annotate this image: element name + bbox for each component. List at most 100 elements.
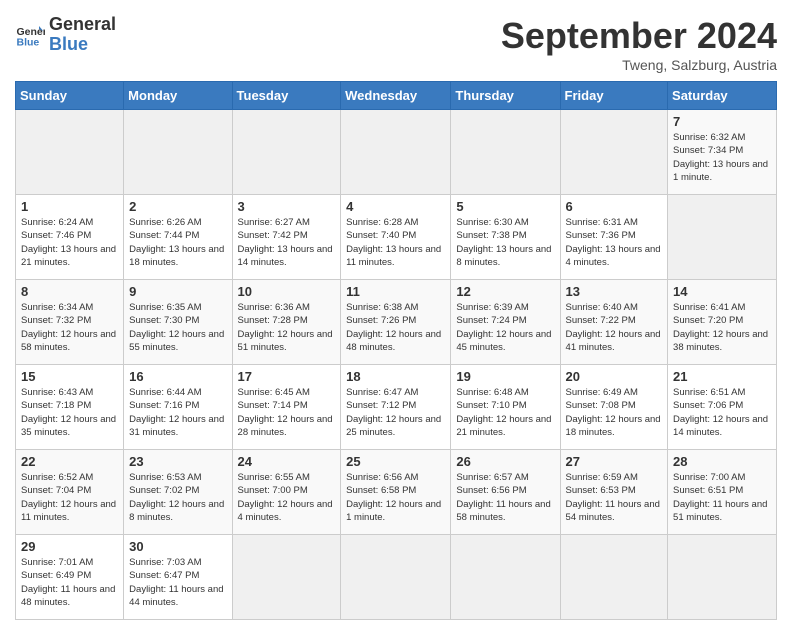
logo-line2: Blue: [49, 35, 116, 55]
logo-text: General Blue: [49, 15, 116, 55]
logo-icon: General Blue: [15, 20, 45, 50]
weekday-header: Wednesday: [341, 82, 451, 110]
weekday-header: Friday: [560, 82, 668, 110]
day-info: Sunrise: 6:53 AMSunset: 7:02 PMDaylight:…: [129, 471, 226, 524]
calendar-cell: 9Sunrise: 6:35 AMSunset: 7:30 PMDaylight…: [124, 280, 232, 365]
day-number: 14: [673, 284, 771, 299]
day-number: 15: [21, 369, 118, 384]
day-number: 30: [129, 539, 226, 554]
day-info: Sunrise: 6:36 AMSunset: 7:28 PMDaylight:…: [238, 301, 336, 354]
calendar-cell: 7 Sunrise: 6:32 AMSunset: 7:34 PMDaylight…: [668, 110, 777, 195]
svg-text:Blue: Blue: [17, 36, 40, 48]
day-info: Sunrise: 6:55 AMSunset: 7:00 PMDaylight:…: [238, 471, 336, 524]
calendar-cell: [16, 110, 124, 195]
day-info: Sunrise: 6:57 AMSunset: 6:56 PMDaylight:…: [456, 471, 554, 524]
day-info: Sunrise: 6:24 AMSunset: 7:46 PMDaylight:…: [21, 216, 118, 269]
weekday-header: Saturday: [668, 82, 777, 110]
calendar-cell: 24Sunrise: 6:55 AMSunset: 7:00 PMDayligh…: [232, 450, 341, 535]
calendar-week-row: 15 Sunrise: 6:43 AMSunset: 7:18 PMDayligh…: [16, 365, 777, 450]
calendar-week-row: 1Sunrise: 6:24 AMSunset: 7:46 PMDaylight…: [16, 195, 777, 280]
logo-line1: General: [49, 15, 116, 35]
calendar-cell: 19 Sunrise: 6:48 AMSunset: 7:10 PMDayligh…: [451, 365, 560, 450]
day-number: 16: [129, 369, 226, 384]
calendar-header-row: SundayMondayTuesdayWednesdayThursdayFrid…: [16, 82, 777, 110]
logo: General Blue General Blue: [15, 15, 116, 55]
calendar-cell: 30 Sunrise: 7:03 AMSunset: 6:47 PMDayligh…: [124, 535, 232, 620]
day-number: 26: [456, 454, 554, 469]
calendar-cell: 20 Sunrise: 6:49 AMSunset: 7:08 PMDayligh…: [560, 365, 668, 450]
day-number: 5: [456, 199, 554, 214]
day-number: 27: [566, 454, 663, 469]
day-info: Sunrise: 6:56 AMSunset: 6:58 PMDaylight:…: [346, 471, 445, 524]
day-number: 11: [346, 284, 445, 299]
day-info: Sunrise: 6:38 AMSunset: 7:26 PMDaylight:…: [346, 301, 445, 354]
weekday-header: Thursday: [451, 82, 560, 110]
calendar-cell: [668, 195, 777, 280]
day-info: Sunrise: 6:48 AMSunset: 7:10 PMDaylight:…: [456, 386, 554, 439]
location: Tweng, Salzburg, Austria: [501, 57, 777, 73]
day-number: 29: [21, 539, 118, 554]
day-info: Sunrise: 6:39 AMSunset: 7:24 PMDaylight:…: [456, 301, 554, 354]
day-info: Sunrise: 6:26 AMSunset: 7:44 PMDaylight:…: [129, 216, 226, 269]
day-number: 13: [566, 284, 663, 299]
calendar-cell: 23 Sunrise: 6:53 AMSunset: 7:02 PMDayligh…: [124, 450, 232, 535]
day-info: Sunrise: 7:03 AMSunset: 6:47 PMDaylight:…: [129, 556, 226, 609]
day-number: 2: [129, 199, 226, 214]
calendar-week-row: 29 Sunrise: 7:01 AMSunset: 6:49 PMDayligh…: [16, 535, 777, 620]
day-info: Sunrise: 6:31 AMSunset: 7:36 PMDaylight:…: [566, 216, 663, 269]
calendar-cell: 27 Sunrise: 6:59 AMSunset: 6:53 PMDayligh…: [560, 450, 668, 535]
day-number: 10: [238, 284, 336, 299]
day-info: Sunrise: 6:59 AMSunset: 6:53 PMDaylight:…: [566, 471, 663, 524]
calendar-cell: 15 Sunrise: 6:43 AMSunset: 7:18 PMDayligh…: [16, 365, 124, 450]
day-number: 22: [21, 454, 118, 469]
day-info: Sunrise: 6:47 AMSunset: 7:12 PMDaylight:…: [346, 386, 445, 439]
calendar-cell: 29 Sunrise: 7:01 AMSunset: 6:49 PMDayligh…: [16, 535, 124, 620]
day-number: 18: [346, 369, 445, 384]
calendar-cell: [668, 535, 777, 620]
calendar-cell: 13 Sunrise: 6:40 AMSunset: 7:22 PMDayligh…: [560, 280, 668, 365]
day-info: Sunrise: 7:00 AMSunset: 6:51 PMDaylight:…: [673, 471, 771, 524]
calendar-cell: [560, 535, 668, 620]
day-number: 28: [673, 454, 771, 469]
calendar-body: 7 Sunrise: 6:32 AMSunset: 7:34 PMDaylight…: [16, 110, 777, 620]
day-number: 23: [129, 454, 226, 469]
calendar-cell: [124, 110, 232, 195]
day-info: Sunrise: 6:40 AMSunset: 7:22 PMDaylight:…: [566, 301, 663, 354]
calendar-cell: 28 Sunrise: 7:00 AMSunset: 6:51 PMDayligh…: [668, 450, 777, 535]
calendar-week-row: 22 Sunrise: 6:52 AMSunset: 7:04 PMDayligh…: [16, 450, 777, 535]
day-number: 21: [673, 369, 771, 384]
day-info: Sunrise: 6:52 AMSunset: 7:04 PMDaylight:…: [21, 471, 118, 524]
weekday-header: Sunday: [16, 82, 124, 110]
calendar-cell: 21Sunrise: 6:51 AMSunset: 7:06 PMDayligh…: [668, 365, 777, 450]
day-info: Sunrise: 6:28 AMSunset: 7:40 PMDaylight:…: [346, 216, 445, 269]
title-block: September 2024 Tweng, Salzburg, Austria: [501, 15, 777, 73]
day-info: Sunrise: 6:44 AMSunset: 7:16 PMDaylight:…: [129, 386, 226, 439]
weekday-header: Tuesday: [232, 82, 341, 110]
calendar-cell: [560, 110, 668, 195]
day-number: 4: [346, 199, 445, 214]
day-number: 3: [238, 199, 336, 214]
calendar-cell: 26 Sunrise: 6:57 AMSunset: 6:56 PMDayligh…: [451, 450, 560, 535]
day-number: 20: [566, 369, 663, 384]
day-number: 19: [456, 369, 554, 384]
calendar-cell: [232, 535, 341, 620]
day-info: Sunrise: 7:01 AMSunset: 6:49 PMDaylight:…: [21, 556, 118, 609]
calendar-cell: 12Sunrise: 6:39 AMSunset: 7:24 PMDayligh…: [451, 280, 560, 365]
calendar-cell: 2 Sunrise: 6:26 AMSunset: 7:44 PMDaylight…: [124, 195, 232, 280]
page-header: General Blue General Blue September 2024…: [15, 15, 777, 73]
day-info: Sunrise: 6:43 AMSunset: 7:18 PMDaylight:…: [21, 386, 118, 439]
calendar-cell: 16 Sunrise: 6:44 AMSunset: 7:16 PMDayligh…: [124, 365, 232, 450]
calendar-cell: 14Sunrise: 6:41 AMSunset: 7:20 PMDayligh…: [668, 280, 777, 365]
calendar-cell: 11 Sunrise: 6:38 AMSunset: 7:26 PMDayligh…: [341, 280, 451, 365]
calendar-cell: 17Sunrise: 6:45 AMSunset: 7:14 PMDayligh…: [232, 365, 341, 450]
day-info: Sunrise: 6:49 AMSunset: 7:08 PMDaylight:…: [566, 386, 663, 439]
day-number: 25: [346, 454, 445, 469]
calendar-cell: 18 Sunrise: 6:47 AMSunset: 7:12 PMDayligh…: [341, 365, 451, 450]
calendar-cell: [451, 110, 560, 195]
calendar-week-row: 8Sunrise: 6:34 AMSunset: 7:32 PMDaylight…: [16, 280, 777, 365]
calendar-cell: 22 Sunrise: 6:52 AMSunset: 7:04 PMDayligh…: [16, 450, 124, 535]
calendar-table: SundayMondayTuesdayWednesdayThursdayFrid…: [15, 81, 777, 620]
calendar-cell: 8Sunrise: 6:34 AMSunset: 7:32 PMDaylight…: [16, 280, 124, 365]
day-number: 7: [673, 114, 771, 129]
day-info: Sunrise: 6:32 AMSunset: 7:34 PMDaylight:…: [673, 131, 771, 184]
